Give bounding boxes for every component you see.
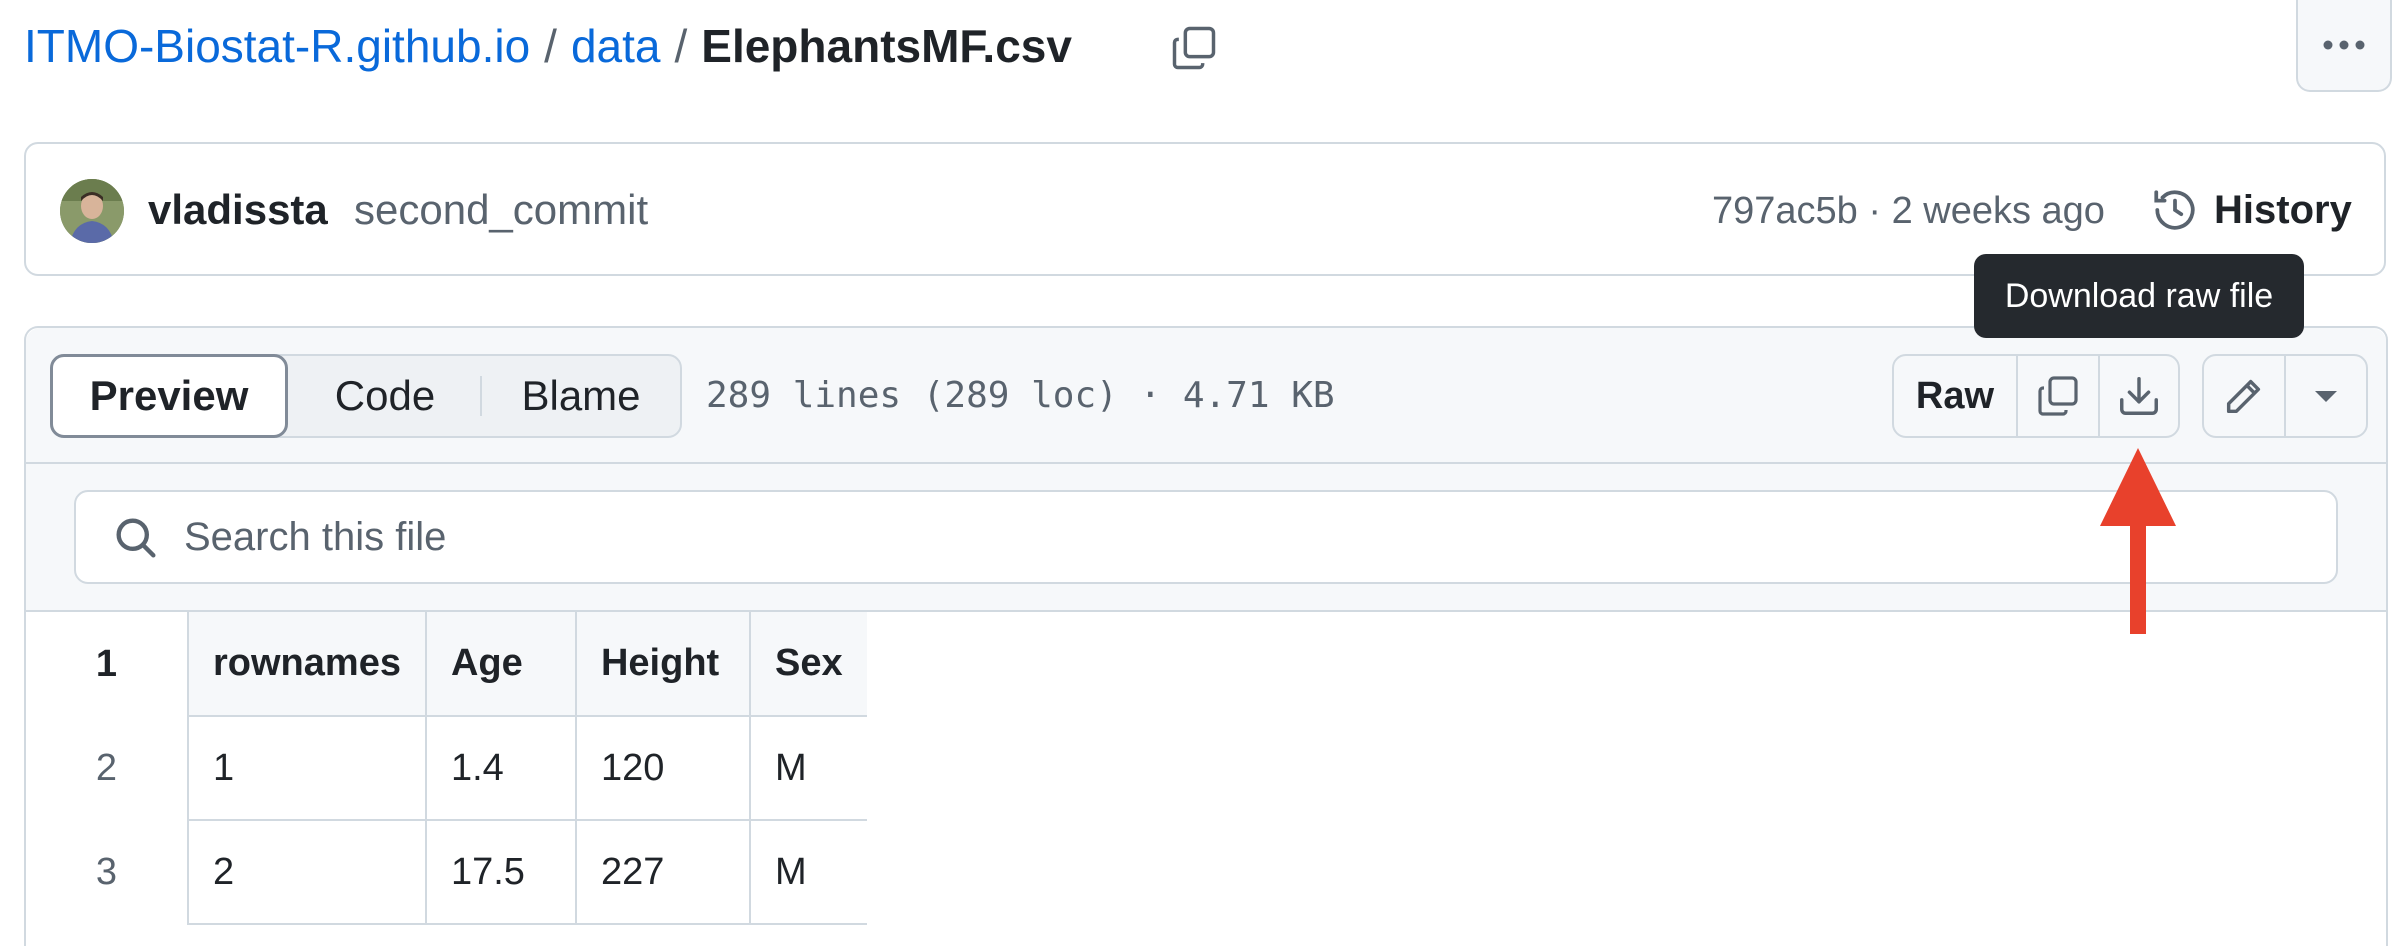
edit-file-button[interactable]	[2204, 356, 2284, 436]
search-input[interactable]	[176, 498, 2332, 576]
line-number[interactable]: 1	[26, 612, 188, 716]
history-button[interactable]: History	[2150, 180, 2352, 240]
table-row: 3 2 17.5 227 M	[26, 819, 867, 925]
history-icon	[2154, 190, 2195, 230]
file-info: 289 lines (289 loc) · 4.71 KB	[706, 375, 1335, 416]
table-row: 2 1 1.4 120 M	[26, 715, 867, 821]
download-icon	[2120, 377, 2158, 415]
table-cell: M	[748, 715, 867, 821]
breadcrumb: ITMO-Biostat-R.github.io / data / ElephantsM…	[24, 14, 1072, 78]
breadcrumb-separator: /	[544, 20, 557, 72]
avatar[interactable]	[60, 179, 124, 243]
raw-button[interactable]: Raw	[1894, 356, 2016, 436]
commit-author[interactable]: vladissta	[148, 180, 328, 240]
red-arrow-annotation	[2096, 446, 2180, 636]
more-edit-options-button[interactable]	[2286, 356, 2366, 436]
breadcrumb-file-name: ElephantsMF.csv	[701, 20, 1072, 72]
commit-hash-and-date[interactable]: 797ac5b · 2 weeks ago	[1712, 184, 2105, 238]
breadcrumb-separator: /	[674, 20, 688, 72]
breadcrumb-repo-link[interactable]: ITMO-Biostat-R.github.io	[24, 20, 530, 72]
table-cell: 227	[574, 819, 751, 925]
tab-preview[interactable]: Preview	[50, 354, 288, 438]
csv-preview-table: 1 rownames Age Height Sex 2 1 1.4 120 M …	[26, 612, 867, 925]
table-row: 1 rownames Age Height Sex	[26, 612, 867, 717]
table-cell: 1	[187, 715, 427, 821]
copy-raw-button[interactable]	[2018, 356, 2098, 436]
table-cell: 2	[187, 819, 427, 925]
copy-icon	[2038, 376, 2078, 416]
table-header-cell: Height	[574, 612, 751, 717]
table-cell: 120	[574, 715, 751, 821]
line-number[interactable]: 3	[26, 820, 188, 924]
tab-code[interactable]: Code	[290, 354, 480, 438]
table-cell: 17.5	[424, 819, 577, 925]
table-header-cell: Age	[424, 612, 577, 717]
more-options-button[interactable]	[2296, 0, 2392, 92]
breadcrumb-folder-link[interactable]: data	[571, 20, 661, 72]
table-cell: 1.4	[424, 715, 577, 821]
copy-path-icon[interactable]	[1168, 22, 1220, 74]
search-icon	[110, 512, 162, 564]
kebab-horizontal-icon	[2323, 40, 2365, 50]
pencil-icon	[2226, 379, 2261, 414]
tab-blame[interactable]: Blame	[482, 354, 680, 438]
download-raw-button[interactable]	[2100, 356, 2178, 436]
table-header-cell: rownames	[187, 612, 427, 717]
table-cell: M	[748, 819, 867, 925]
history-label: History	[2214, 188, 2352, 232]
download-tooltip: Download raw file	[1974, 254, 2304, 338]
triangle-down-icon	[2315, 391, 2337, 402]
commit-message[interactable]: second_commit	[354, 180, 648, 240]
table-header-cell: Sex	[748, 612, 867, 717]
line-number[interactable]: 2	[26, 716, 188, 820]
